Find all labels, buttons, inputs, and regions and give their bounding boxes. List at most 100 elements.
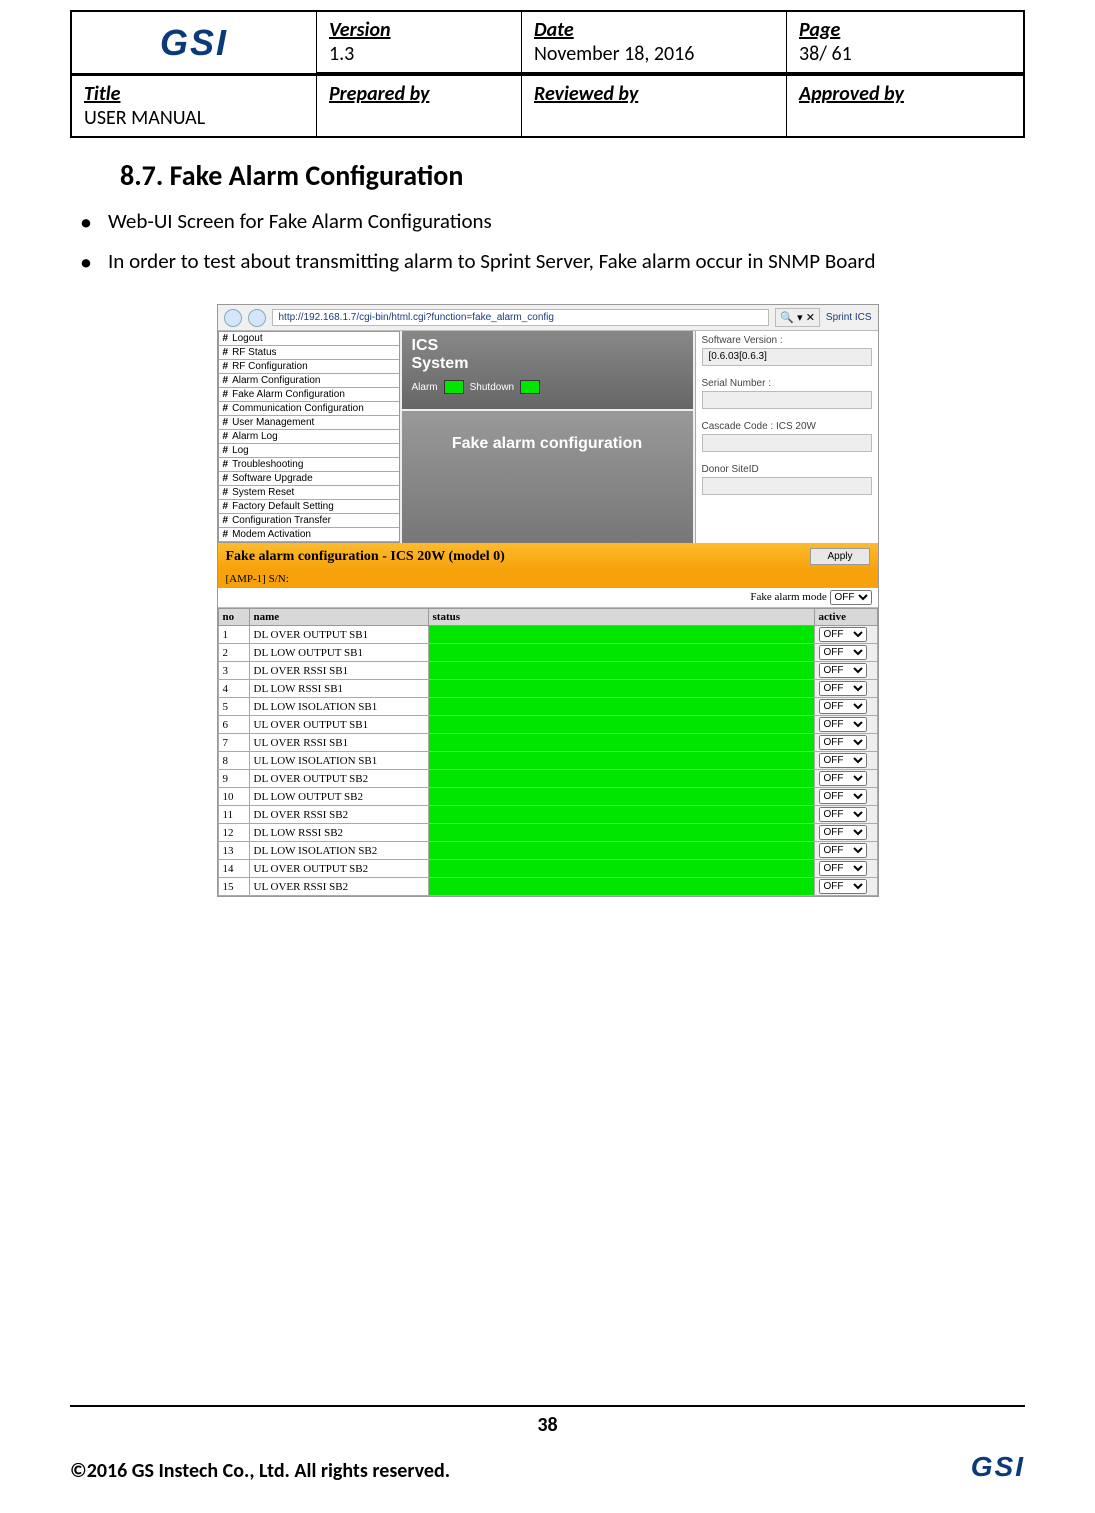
software-version-value: [0.6.03[0.6.3] — [702, 348, 872, 366]
active-select[interactable]: OFF — [819, 645, 867, 660]
sidebar-item-communication-configuration[interactable]: #Communication Configuration — [219, 402, 399, 416]
sidebar-item-user-management[interactable]: #User Management — [219, 416, 399, 430]
alarm-name: DL LOW ISOLATION SB2 — [249, 842, 428, 860]
sidebar-item-alarm-log[interactable]: #Alarm Log — [219, 430, 399, 444]
alarm-status-indicator — [428, 680, 814, 698]
back-icon[interactable] — [224, 309, 242, 327]
donor-siteid-label: Donor SiteID — [702, 464, 872, 475]
ics-title-2: System — [412, 355, 683, 373]
alarm-name: DL LOW RSSI SB2 — [249, 824, 428, 842]
sidebar-item-configuration-transfer[interactable]: #Configuration Transfer — [219, 514, 399, 528]
active-select[interactable]: OFF — [819, 627, 867, 642]
alarm-no: 13 — [218, 842, 249, 860]
alarm-name: UL OVER OUTPUT SB2 — [249, 860, 428, 878]
sidebar-item-modem-activation[interactable]: #Modem Activation — [219, 528, 399, 542]
footer-page-number: 38 — [70, 1413, 1025, 1437]
mode-select[interactable]: OFF — [830, 590, 872, 605]
apply-button[interactable]: Apply — [810, 548, 869, 565]
sidebar-item-factory-default-setting[interactable]: #Factory Default Setting — [219, 500, 399, 514]
fake-alarm-mode-row: Fake alarm mode OFF — [218, 588, 878, 608]
hash-icon: # — [223, 417, 229, 428]
active-select[interactable]: OFF — [819, 843, 867, 858]
sidebar-item-label: Logout — [232, 333, 263, 344]
cascade-code-value[interactable] — [702, 434, 872, 452]
active-select[interactable]: OFF — [819, 681, 867, 696]
active-select[interactable]: OFF — [819, 789, 867, 804]
active-select[interactable]: OFF — [819, 699, 867, 714]
active-select[interactable]: OFF — [819, 825, 867, 840]
sidebar-item-software-upgrade[interactable]: #Software Upgrade — [219, 472, 399, 486]
serial-number-value[interactable] — [702, 391, 872, 409]
alarm-active-cell: OFF — [814, 680, 877, 698]
amp-sn-row: [AMP-1] S/N: — [218, 570, 878, 588]
sidebar-item-fake-alarm-configuration[interactable]: #Fake Alarm Configuration — [219, 388, 399, 402]
alarm-name: DL OVER OUTPUT SB1 — [249, 626, 428, 644]
footer-rule — [70, 1405, 1025, 1407]
table-row: 2DL LOW OUTPUT SB1OFF — [218, 644, 877, 662]
active-select[interactable]: OFF — [819, 771, 867, 786]
url-field[interactable]: http://192.168.1.7/cgi-bin/html.cgi?func… — [272, 309, 770, 326]
alarm-status-indicator — [428, 842, 814, 860]
th-status: status — [428, 609, 814, 626]
sidebar-item-rf-status[interactable]: #RF Status — [219, 346, 399, 360]
sidebar-item-logout[interactable]: #Logout — [219, 332, 399, 346]
hash-icon: # — [223, 515, 229, 526]
sidebar-item-label: Factory Default Setting — [232, 501, 334, 512]
th-no: no — [218, 609, 249, 626]
alarm-name: UL LOW ISOLATION SB1 — [249, 752, 428, 770]
alarm-active-cell: OFF — [814, 770, 877, 788]
forward-icon[interactable] — [248, 309, 266, 327]
alarm-active-cell: OFF — [814, 626, 877, 644]
alarm-name: UL OVER RSSI SB1 — [249, 734, 428, 752]
alarm-status-indicator — [428, 662, 814, 680]
alarm-status-indicator — [428, 806, 814, 824]
alarm-status-indicator — [428, 644, 814, 662]
search-box[interactable]: 🔍 ▾ ✕ — [775, 308, 820, 327]
title-value: USER MANUAL — [84, 106, 304, 130]
footer-gsi-logo: GSI — [971, 1451, 1025, 1483]
alarm-name: UL OVER OUTPUT SB1 — [249, 716, 428, 734]
sidebar-item-troubleshooting[interactable]: #Troubleshooting — [219, 458, 399, 472]
title-label: Title — [84, 82, 304, 106]
table-row: 13DL LOW ISOLATION SB2 OFF — [218, 842, 877, 860]
alarm-no: 15 — [218, 878, 249, 896]
hash-icon: # — [223, 389, 229, 400]
alarm-no: 3 — [218, 662, 249, 680]
active-select[interactable]: OFF — [819, 807, 867, 822]
sidebar-item-rf-configuration[interactable]: #RF Configuration — [219, 360, 399, 374]
mode-label: Fake alarm mode — [750, 591, 826, 603]
doc-header-table: GSI Version 1.3 Date November 18, 2016 P… — [70, 10, 1025, 75]
sidebar-item-log[interactable]: #Log — [219, 444, 399, 458]
hash-icon: # — [223, 473, 229, 484]
table-row: 4DL LOW RSSI SB1OFF — [218, 680, 877, 698]
table-row: 15UL OVER RSSI SB2 OFF — [218, 878, 877, 896]
hash-icon: # — [223, 529, 229, 540]
active-select[interactable]: OFF — [819, 735, 867, 750]
sidebar-item-alarm-configuration[interactable]: #Alarm Configuration — [219, 374, 399, 388]
active-select[interactable]: OFF — [819, 663, 867, 678]
gsi-logo: GSI — [160, 22, 228, 63]
sidebar-item-system-reset[interactable]: #System Reset — [219, 486, 399, 500]
active-select[interactable]: OFF — [819, 861, 867, 876]
alarm-name: UL OVER RSSI SB2 — [249, 878, 428, 896]
table-row: 1DL OVER OUTPUT SB1OFF — [218, 626, 877, 644]
alarm-no: 8 — [218, 752, 249, 770]
donor-siteid-value[interactable] — [702, 477, 872, 495]
alarm-active-cell: OFF — [814, 752, 877, 770]
active-select[interactable]: OFF — [819, 753, 867, 768]
table-row: 9DL OVER OUTPUT SB2OFF — [218, 770, 877, 788]
sidebar-item-label: RF Configuration — [232, 361, 308, 372]
table-row: 14UL OVER OUTPUT SB2OFF — [218, 860, 877, 878]
alarm-active-cell: OFF — [814, 698, 877, 716]
reviewed-by-label: Reviewed by — [534, 82, 774, 106]
prepared-by-label: Prepared by — [329, 82, 509, 106]
alarm-name: DL OVER OUTPUT SB2 — [249, 770, 428, 788]
alarm-status-indicator — [428, 626, 814, 644]
active-select[interactable]: OFF — [819, 717, 867, 732]
hash-icon: # — [223, 375, 229, 386]
cascade-code-label: Cascade Code : ICS 20W — [702, 421, 872, 432]
approved-by-label: Approved by — [799, 82, 1011, 106]
alarm-no: 5 — [218, 698, 249, 716]
active-select[interactable]: OFF — [819, 879, 867, 894]
config-title-text: Fake alarm configuration - ICS 20W (mode… — [226, 549, 505, 565]
